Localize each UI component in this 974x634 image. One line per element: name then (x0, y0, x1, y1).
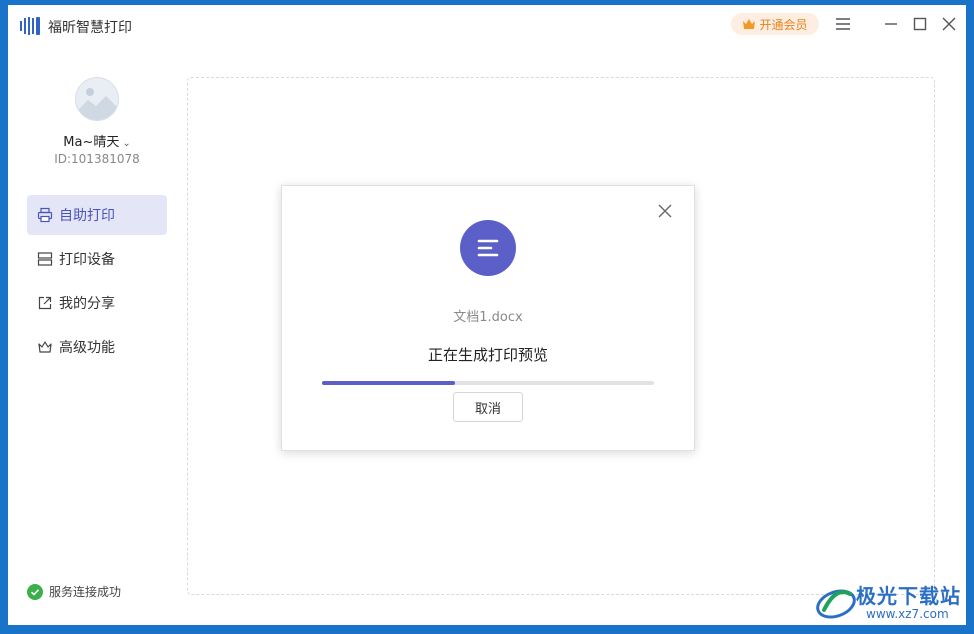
file-name: 文档1.docx (453, 310, 523, 325)
check-circle-icon (27, 583, 43, 600)
printer-icon (37, 207, 53, 223)
sidebar-item-label: 我的分享 (59, 296, 115, 312)
avatar[interactable] (75, 77, 119, 121)
crown-icon (743, 19, 756, 29)
sidebar-item-label: 打印设备 (59, 252, 115, 268)
app-logo-icon (20, 17, 40, 35)
sidebar-item-label: 高级功能 (59, 340, 115, 356)
progress-bar (322, 381, 654, 385)
sidebar-item-print-devices[interactable]: 打印设备 (27, 239, 167, 279)
sidebar-item-advanced[interactable]: 高级功能 (27, 327, 167, 367)
watermark: 极光下载站 www.xz7.com (812, 576, 972, 628)
watermark-logo-icon (816, 589, 856, 619)
status-text: 服务连接成功 (49, 585, 122, 599)
app-title: 福昕智慧打印 (48, 20, 132, 36)
chevron-down-icon: ⌄ (122, 138, 131, 149)
sidebar-nav: 自助打印 打印设备 我的分享 高级功能 (27, 195, 167, 371)
close-icon[interactable] (940, 15, 958, 33)
watermark-url: www.xz7.com (866, 607, 949, 621)
title-bar: 福昕智慧打印 开通会员 (8, 5, 966, 45)
document-icon (460, 220, 516, 276)
print-preview-dialog: 文档1.docx 正在生成打印预览 取消 (281, 185, 695, 451)
cancel-button[interactable]: 取消 (453, 392, 523, 422)
dialog-close-icon[interactable] (656, 202, 674, 220)
minimize-icon[interactable] (882, 15, 900, 33)
progress-bar-fill (322, 381, 455, 385)
sidebar-item-my-share[interactable]: 我的分享 (27, 283, 167, 323)
user-name-dropdown[interactable]: Ma~晴天 ⌄ (8, 131, 186, 150)
app-window: 福昕智慧打印 开通会员 Ma~晴天 ⌄ ID:101381078 自助打印 打印… (8, 5, 966, 625)
progress-message: 正在生成打印预览 (427, 346, 548, 364)
sidebar-item-self-print[interactable]: 自助打印 (27, 195, 167, 235)
menu-icon[interactable] (834, 15, 852, 33)
user-id: ID:101381078 (54, 152, 140, 166)
connection-status: 服务连接成功 (27, 583, 121, 600)
device-icon (37, 251, 53, 267)
maximize-icon[interactable] (911, 15, 929, 33)
share-icon (37, 295, 53, 311)
watermark-title: 极光下载站 (856, 584, 961, 608)
vip-button[interactable]: 开通会员 (731, 13, 819, 35)
sidebar-item-label: 自助打印 (59, 208, 115, 224)
user-name: Ma~晴天 (63, 135, 120, 150)
vip-button-label: 开通会员 (759, 17, 808, 32)
avatar-image-icon (76, 78, 118, 120)
crown-icon (37, 339, 53, 355)
